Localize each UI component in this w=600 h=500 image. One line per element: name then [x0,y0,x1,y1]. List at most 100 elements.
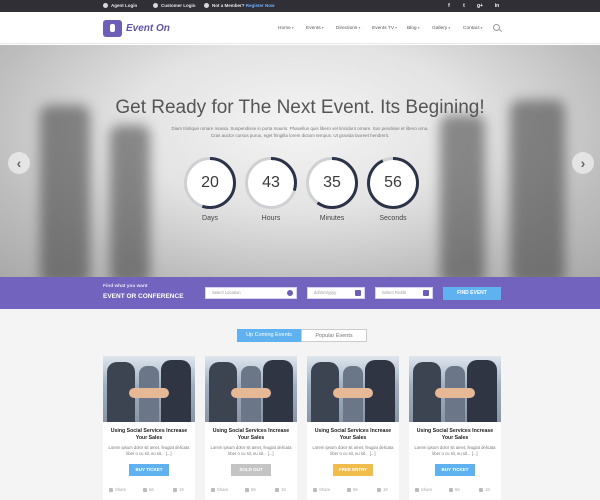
buy-ticket-button[interactable]: BUY TICKET [129,464,169,476]
share-link[interactable]: Share [109,484,126,496]
likes-count[interactable]: 56 [347,484,358,496]
share-link[interactable]: Share [415,484,432,496]
member-prompt-text: Not a Member? [212,3,245,8]
countdown-seconds-label: Seconds [379,215,407,222]
countdown-minutes: 35 [306,157,358,209]
likes-count[interactable]: 56 [143,484,154,496]
event-title[interactable]: Using Social Services Increase Your Sale… [413,428,497,442]
event-card[interactable]: Using Social Services Increase Your Sale… [409,356,501,500]
countdown-days-value: 20 [201,174,219,191]
microphone-logo-icon[interactable] [103,20,122,37]
register-link[interactable]: Register Now [246,3,275,8]
sold-out-button[interactable]: SOLD OUT [231,464,271,476]
share-link[interactable]: Share [211,484,228,496]
event-image[interactable] [103,356,195,422]
chevron-right-icon[interactable]: › [572,152,594,174]
top-bar: Agent Login Customer Login Not a Member?… [0,0,600,12]
heart-icon [347,488,351,492]
hero-title: Get Ready for The Next Event. Its Begini… [115,97,485,118]
chevron-down-icon: ▾ [395,25,398,30]
countdown-minutes-value: 35 [323,174,341,191]
nav-blog[interactable]: Blog▾ [407,24,420,33]
customer-login-label[interactable]: Customer Login [161,3,196,8]
hero-banner: Get Ready for The Next Event. Its Begini… [0,45,600,277]
nav-directions[interactable]: Directions▾ [336,24,360,33]
event-search-bar [0,277,600,309]
fields-select[interactable]: Select Fields [375,287,433,299]
comment-icon [275,488,279,492]
background-figure [510,100,565,277]
chevron-down-icon: ▾ [417,25,420,30]
share-link[interactable]: Share [313,484,330,496]
customer-login-link[interactable]: Customer Login [153,0,196,12]
share-icon [211,488,215,492]
event-card-footer: Share 56 18 [103,484,195,496]
background-figure [440,115,485,277]
nav-gallery[interactable]: Gallery▾ [432,24,450,33]
event-image[interactable] [307,356,399,422]
handshake-image [435,388,475,398]
event-title[interactable]: Using Social Services Increase Your Sale… [209,428,293,442]
chevron-down-icon: ▾ [480,25,483,30]
background-figure [110,125,150,277]
event-title[interactable]: Using Social Services Increase Your Sale… [311,428,395,442]
search-heading: EVENT OR CONFERENCE [103,293,184,300]
comments-count[interactable]: 18 [275,484,286,496]
dropdown-icon [423,290,429,296]
date-input[interactable]: dd/mm/yyyy [307,287,365,299]
event-image[interactable] [205,356,297,422]
event-title[interactable]: Using Social Services Increase Your Sale… [107,428,191,442]
chevron-down-icon: ▾ [321,25,324,30]
event-card-footer: Share 56 18 [307,484,399,496]
agent-login-link[interactable]: Agent Login [103,0,137,12]
event-card[interactable]: Using Social Services Increase Your Sale… [307,356,399,500]
nav-home[interactable]: Home▾ [278,24,294,33]
handshake-image [129,388,169,398]
handshake-image [231,388,271,398]
comments-count[interactable]: 18 [173,484,184,496]
share-icon [109,488,113,492]
event-description: Lorem ipsum dolor sit amet, feugiat deli… [414,445,496,456]
countdown-days-label: Days [202,215,218,222]
register-prompt: Not a Member? Register Now [204,0,275,12]
nav-events-tv[interactable]: Events TV▾ [372,24,397,33]
comment-icon [377,488,381,492]
countdown-seconds: 56 [367,157,419,209]
main-header [0,12,600,44]
logo[interactable]: Event On [126,20,170,37]
countdown-seconds-value: 56 [384,174,402,191]
buy-ticket-button[interactable]: BUY TICKET [435,464,475,476]
google-plus-icon[interactable]: g+ [474,0,486,12]
calendar-icon [355,290,361,296]
location-pin-icon [287,290,293,296]
linkedin-icon[interactable]: in [491,0,503,12]
chevron-left-icon[interactable]: ‹ [8,152,30,174]
comment-icon [173,488,177,492]
likes-count[interactable]: 56 [449,484,460,496]
nav-contact[interactable]: Contact▾ [463,24,483,33]
likes-count[interactable]: 56 [245,484,256,496]
user-icon [153,3,158,8]
countdown-minutes-label: Minutes [319,215,345,222]
event-description: Lorem ipsum dolor sit amet, feugiat deli… [108,445,190,456]
tab-popular-events[interactable]: Popular Events [301,329,367,342]
facebook-icon[interactable]: f [443,0,455,12]
countdown-hours-value: 43 [262,174,280,191]
event-image[interactable] [409,356,501,422]
comments-count[interactable]: 18 [479,484,490,496]
countdown-days: 20 [184,157,236,209]
background-figure [40,105,90,277]
tab-upcoming-events[interactable]: Up Coming Events [237,329,301,342]
chevron-down-icon: ▾ [291,25,294,30]
find-event-button[interactable]: FIND EVENT [443,287,501,300]
chevron-down-icon: ▾ [358,25,361,30]
search-icon[interactable] [493,24,500,31]
event-card[interactable]: Using Social Services Increase Your Sale… [205,356,297,500]
comments-count[interactable]: 18 [377,484,388,496]
twitter-icon[interactable]: t [458,0,470,12]
location-select[interactable]: Select Location [205,287,297,299]
free-entry-button[interactable]: FREE ENTRY [333,464,373,476]
nav-events[interactable]: Events▾ [306,24,324,33]
event-card[interactable]: Using Social Services Increase Your Sale… [103,356,195,500]
agent-login-label[interactable]: Agent Login [111,3,137,8]
